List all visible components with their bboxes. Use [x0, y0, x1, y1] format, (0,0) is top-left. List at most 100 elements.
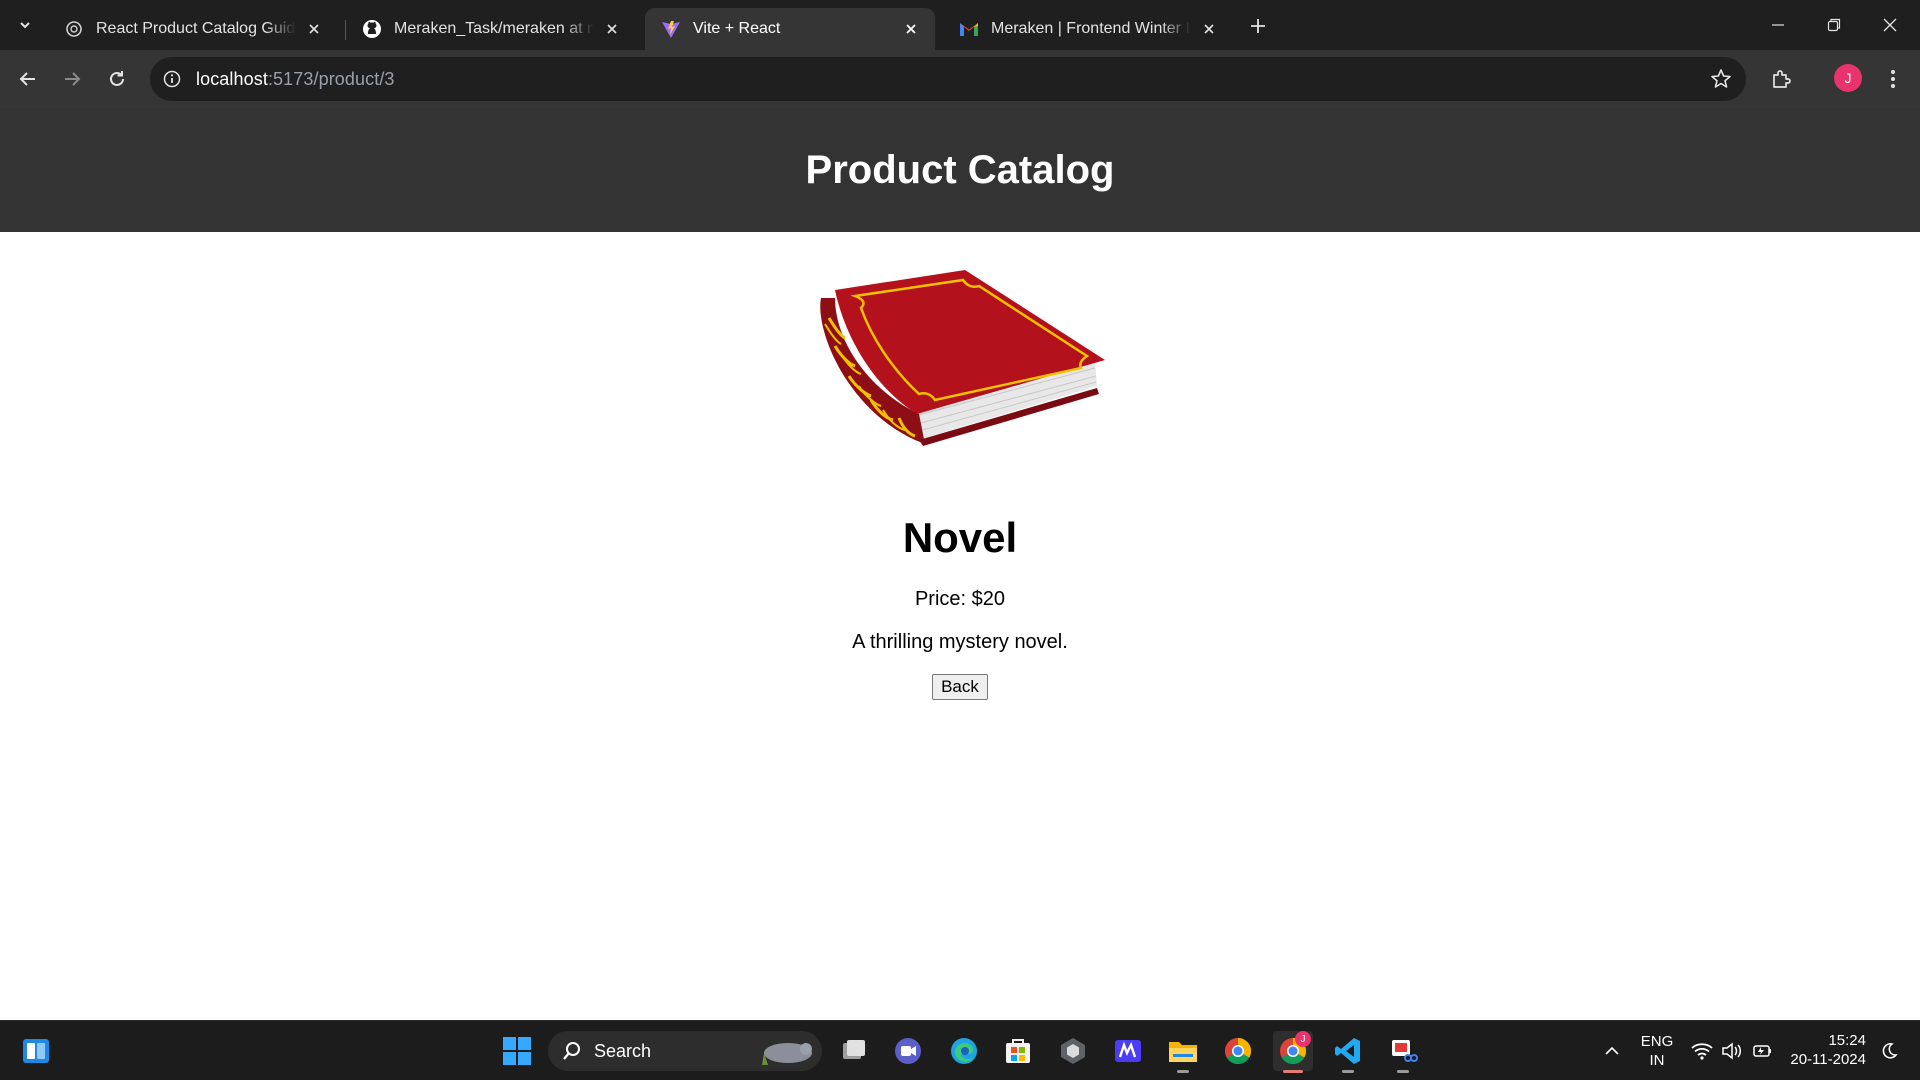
start-button[interactable]	[497, 1031, 537, 1071]
chevron-up-icon	[1605, 1046, 1619, 1055]
tab-title: React Product Catalog Guide	[96, 20, 296, 37]
openai-icon	[64, 19, 84, 39]
product-price: Price: $20	[914, 588, 1006, 610]
windows-logo-icon	[503, 1037, 531, 1065]
close-icon[interactable]	[1199, 19, 1219, 39]
clock-date: 20-11-2024	[1790, 1051, 1866, 1068]
active-indicator	[1283, 1070, 1303, 1073]
tab-title: Vite + React	[693, 20, 781, 37]
github-icon	[362, 19, 382, 39]
close-icon[interactable]	[304, 19, 324, 39]
profile-avatar[interactable]: J	[1834, 64, 1862, 92]
clock-time: 15:24	[1828, 1032, 1866, 1049]
language-code: ENG	[1640, 1033, 1674, 1050]
forward-nav-button[interactable]	[56, 63, 88, 95]
tab-meraken-gmail[interactable]: Meraken | Frontend Winter Inte	[943, 8, 1233, 50]
tab-title: Meraken_Task/meraken at main	[394, 20, 594, 37]
quick-settings-button[interactable]	[1682, 1031, 1782, 1071]
snipping-tool-icon	[1392, 1040, 1418, 1062]
browser-menu-button[interactable]	[1877, 63, 1909, 95]
back-button[interactable]: Back	[932, 674, 988, 700]
widgets-icon	[23, 1039, 49, 1063]
close-icon	[1883, 18, 1897, 32]
chrome-icon	[1224, 1037, 1252, 1065]
language-region: IN	[1649, 1052, 1665, 1069]
chevron-down-icon	[20, 22, 30, 29]
reload-icon	[110, 71, 124, 86]
search-icon	[563, 1042, 580, 1060]
url-text: localhost:5173/product/3	[196, 69, 395, 90]
folder-icon	[1169, 1042, 1197, 1062]
running-indicator	[1342, 1070, 1354, 1073]
close-icon[interactable]	[901, 19, 921, 39]
restore-button[interactable]	[1806, 0, 1862, 50]
focus-button[interactable]	[1872, 1031, 1906, 1071]
reload-button[interactable]	[101, 63, 133, 95]
clock[interactable]: 15:24 20-11-2024	[1786, 1031, 1866, 1069]
gmail-icon	[959, 19, 979, 39]
chrome-button[interactable]	[1218, 1031, 1258, 1071]
vscode-icon	[1335, 1038, 1360, 1064]
tab-strip: React Product Catalog Guide Meraken_Task…	[0, 0, 1920, 50]
arrow-right-icon	[65, 72, 81, 86]
close-window-button[interactable]	[1862, 0, 1918, 50]
close-icon[interactable]	[602, 19, 622, 39]
page-viewport: Product Catalog Novel Price: $20 A thril…	[0, 108, 1920, 1020]
task-view-icon	[843, 1040, 865, 1059]
kebab-menu-icon	[1891, 70, 1895, 88]
minimize-button[interactable]	[1750, 0, 1806, 50]
extensions-button[interactable]	[1765, 63, 1797, 95]
windows-taskbar: Search J ENG IN 15:24 20-11-2024	[0, 1020, 1920, 1080]
m-app-icon	[1115, 1040, 1141, 1062]
cube-app-icon	[1061, 1038, 1085, 1064]
file-explorer-button[interactable]	[1163, 1031, 1203, 1073]
language-indicator[interactable]: ENG IN	[1640, 1032, 1674, 1070]
browser-toolbar: localhost:5173/product/3 J	[0, 50, 1920, 108]
back-nav-button[interactable]	[12, 63, 44, 95]
volume-icon	[1722, 1042, 1741, 1060]
site-info-icon[interactable]	[162, 69, 182, 89]
app-button-m[interactable]	[1108, 1031, 1148, 1071]
chrome-profile-button[interactable]: J	[1273, 1031, 1313, 1073]
plus-icon	[1251, 19, 1265, 33]
new-tab-button[interactable]	[1244, 12, 1272, 40]
tab-meraken-task-github[interactable]: Meraken_Task/meraken at main	[346, 8, 636, 50]
app-button-cube[interactable]	[1053, 1031, 1093, 1071]
restore-icon	[1827, 18, 1841, 32]
battery-icon	[1753, 1045, 1771, 1057]
tab-vite-react[interactable]: Vite + React	[645, 8, 935, 50]
teams-chat-button[interactable]	[888, 1031, 928, 1071]
tab-react-product-catalog-guide[interactable]: React Product Catalog Guide	[48, 8, 338, 50]
minimize-icon	[1772, 24, 1784, 26]
tray-overflow-button[interactable]	[1592, 1031, 1632, 1071]
profile-badge: J	[1295, 1031, 1311, 1047]
tab-title: Meraken | Frontend Winter Inte	[991, 20, 1191, 37]
bookmark-star-icon[interactable]	[1710, 68, 1732, 90]
widgets-button[interactable]	[16, 1031, 56, 1071]
running-indicator	[1397, 1070, 1409, 1073]
microsoft-store-button[interactable]	[998, 1031, 1038, 1071]
running-indicator	[1177, 1070, 1189, 1073]
url-path: :5173/product/3	[267, 68, 395, 89]
product-name: Novel	[902, 514, 1018, 561]
product-detail: Novel Price: $20 A thrilling mystery nov…	[0, 268, 1920, 700]
search-highlight-icon	[762, 1043, 812, 1065]
taskbar-search[interactable]: Search	[548, 1031, 822, 1071]
puzzle-icon	[1773, 70, 1791, 88]
snipping-tool-button[interactable]	[1383, 1031, 1423, 1073]
vscode-button[interactable]	[1328, 1031, 1368, 1073]
wifi-icon	[1691, 1043, 1713, 1060]
search-label: Search	[594, 1040, 652, 1061]
task-view-button[interactable]	[834, 1031, 874, 1071]
url-host: localhost	[196, 68, 268, 89]
video-chat-icon	[895, 1038, 921, 1064]
address-bar[interactable]: localhost:5173/product/3	[150, 57, 1746, 101]
edge-button[interactable]	[944, 1031, 984, 1071]
arrow-left-icon	[19, 72, 35, 86]
product-description: A thrilling mystery novel.	[852, 631, 1068, 653]
product-image	[820, 270, 1105, 446]
moon-icon	[1882, 1043, 1898, 1059]
tab-search-button[interactable]	[10, 11, 40, 39]
edge-icon	[951, 1038, 977, 1064]
page-title: Product Catalog	[805, 147, 1115, 192]
